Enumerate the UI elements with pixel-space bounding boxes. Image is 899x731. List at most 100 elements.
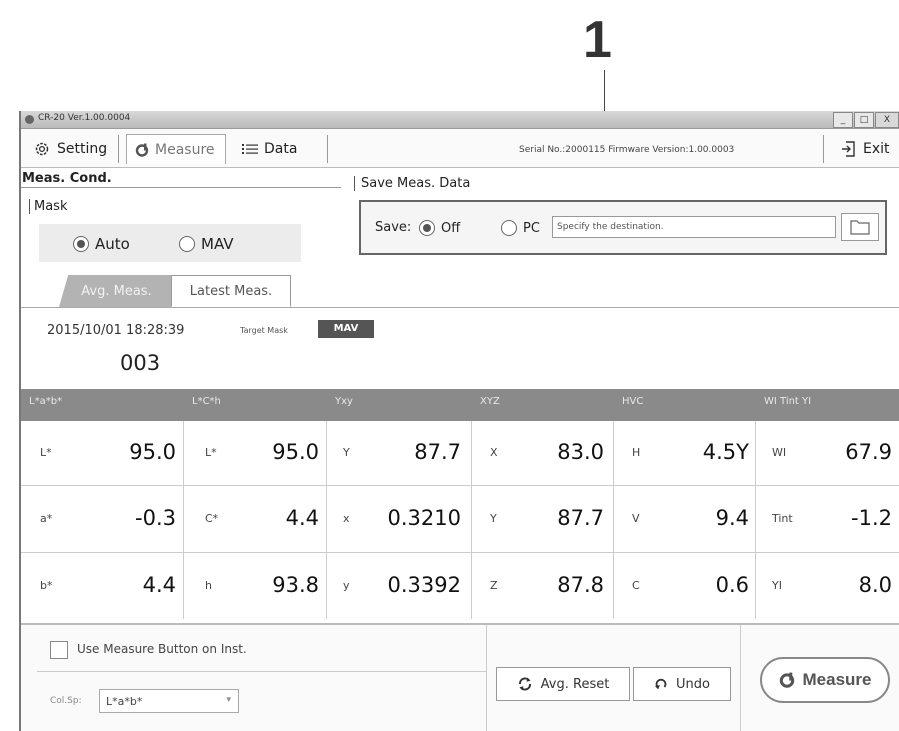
cell-value: 4.4 [142, 573, 176, 597]
cell-label: H [632, 446, 641, 459]
minimize-button[interactable]: _ [833, 112, 853, 128]
cell-label: Y [343, 446, 350, 459]
save-options-box: Save: Off PC Specify the destination. [359, 200, 887, 255]
radio-indicator [419, 220, 435, 236]
cell-label: C [632, 579, 640, 592]
measure-logo-icon [779, 672, 794, 688]
tab-latest-meas[interactable]: Latest Meas. [171, 275, 291, 307]
cell-label: b* [40, 579, 53, 592]
undo-label: Undo [676, 676, 710, 692]
mask-options: Auto MAV [39, 224, 301, 262]
group-header-lch: L*C*h [192, 396, 221, 407]
toolbar-divider [327, 135, 328, 163]
data-tab-button[interactable]: Data [234, 134, 305, 164]
cell-value: 95.0 [129, 440, 176, 464]
save-off-label: Off [441, 220, 461, 236]
list-icon [242, 144, 258, 154]
measurement-datetime: 2015/10/01 18:28:39 [47, 323, 185, 338]
mask-auto-radio[interactable]: Auto [73, 235, 130, 253]
group-header-hvc: HVC [622, 396, 644, 407]
serial-firmware-info: Serial No.:2000115 Firmware Version:1.00… [519, 145, 735, 155]
cell-value: 87.7 [414, 440, 461, 464]
tab-avg-meas[interactable]: Avg. Meas. [59, 275, 174, 307]
exit-icon [842, 141, 855, 157]
cell-label: y [343, 579, 350, 592]
group-header-xyz: XYZ [480, 396, 500, 407]
cell-value: 67.9 [845, 440, 892, 464]
row-divider [21, 552, 899, 553]
cell-label: L* [40, 446, 52, 459]
cell-label: a* [40, 512, 53, 525]
app-window: CR-20 Ver.1.00.0004 _ □ X Setting Measur… [19, 111, 899, 731]
cell-label: C* [205, 512, 219, 525]
save-meas-data-title: Save Meas. Data [354, 176, 470, 191]
grid-header-row: L*a*b* L*C*h Yxy XYZ HVC WI Tint YI [21, 389, 899, 421]
cell-value: 93.8 [272, 573, 319, 597]
bottom-separator [740, 625, 741, 731]
exit-button[interactable]: Exit [841, 134, 890, 164]
folder-icon [850, 220, 870, 235]
undo-button[interactable]: Undo [633, 667, 731, 701]
group-header-lab: L*a*b* [29, 396, 63, 407]
cell-value: 4.4 [285, 506, 319, 530]
mask-mav-radio[interactable]: MAV [179, 235, 234, 253]
column-divider [613, 421, 614, 619]
bottom-separator [486, 625, 487, 731]
use-measure-button-label: Use Measure Button on Inst. [77, 642, 247, 656]
callout-number: 1 [583, 11, 612, 69]
measure-button-label: Measure [802, 670, 872, 689]
column-divider [471, 421, 472, 619]
toolbar-divider [118, 135, 119, 163]
target-mask-badge: MAV [318, 320, 374, 338]
result-tabs: Avg. Meas. Latest Meas. [21, 273, 899, 308]
cell-value: 0.3210 [387, 506, 461, 530]
cell-label: Z [490, 579, 498, 592]
mask-mav-label: MAV [201, 235, 234, 253]
maximize-button[interactable]: □ [854, 112, 874, 128]
save-label: Save: [375, 220, 412, 235]
app-icon [25, 115, 34, 124]
refresh-icon [518, 677, 531, 691]
color-space-select[interactable]: L*a*b* ▾ [99, 689, 239, 713]
use-measure-button-checkbox[interactable] [50, 641, 68, 659]
cell-value: 8.0 [858, 573, 892, 597]
cell-value: -0.3 [135, 506, 176, 530]
chevron-down-icon: ▾ [226, 695, 231, 705]
measure-button[interactable]: Measure [760, 657, 890, 703]
cell-value: 95.0 [272, 440, 319, 464]
measure-tab-label: Measure [155, 141, 215, 158]
mask-auto-label: Auto [95, 235, 130, 253]
column-divider [326, 421, 327, 619]
radio-indicator [501, 220, 517, 236]
avg-reset-button[interactable]: Avg. Reset [496, 667, 630, 701]
browse-folder-button[interactable] [841, 213, 879, 241]
setting-label: Setting [57, 141, 108, 157]
mask-label: Mask [29, 199, 67, 214]
undo-icon [655, 678, 667, 690]
meas-cond-title: Meas. Cond. [22, 171, 112, 186]
section-divider [21, 187, 341, 188]
cell-label: L* [205, 446, 217, 459]
target-mask-label: Target Mask [240, 326, 288, 335]
save-pc-radio[interactable]: PC [501, 220, 540, 236]
window-title: CR-20 Ver.1.00.0004 [38, 113, 131, 123]
setting-button[interactable]: Setting [25, 134, 115, 164]
row-divider [21, 485, 899, 486]
avg-reset-label: Avg. Reset [540, 676, 610, 692]
cell-label: Y [490, 512, 497, 525]
cell-label: V [632, 512, 640, 525]
group-header-wi-tint-yi: WI Tint YI [764, 396, 812, 407]
cell-label: Tint [772, 512, 793, 525]
colsp-value: L*a*b* [106, 695, 143, 708]
save-off-radio[interactable]: Off [419, 220, 460, 236]
cell-value: 87.7 [557, 506, 604, 530]
cell-value: -1.2 [851, 506, 892, 530]
cell-value: 0.3392 [387, 573, 461, 597]
save-pc-label: PC [523, 220, 540, 236]
column-divider [183, 421, 184, 619]
bottom-panel: Use Measure Button on Inst. Col.Sp: L*a*… [21, 623, 899, 731]
destination-field[interactable]: Specify the destination. [552, 216, 836, 238]
colsp-label: Col.Sp: [50, 696, 82, 706]
measure-tab-button[interactable]: Measure [126, 134, 226, 164]
close-button[interactable]: X [875, 112, 899, 128]
